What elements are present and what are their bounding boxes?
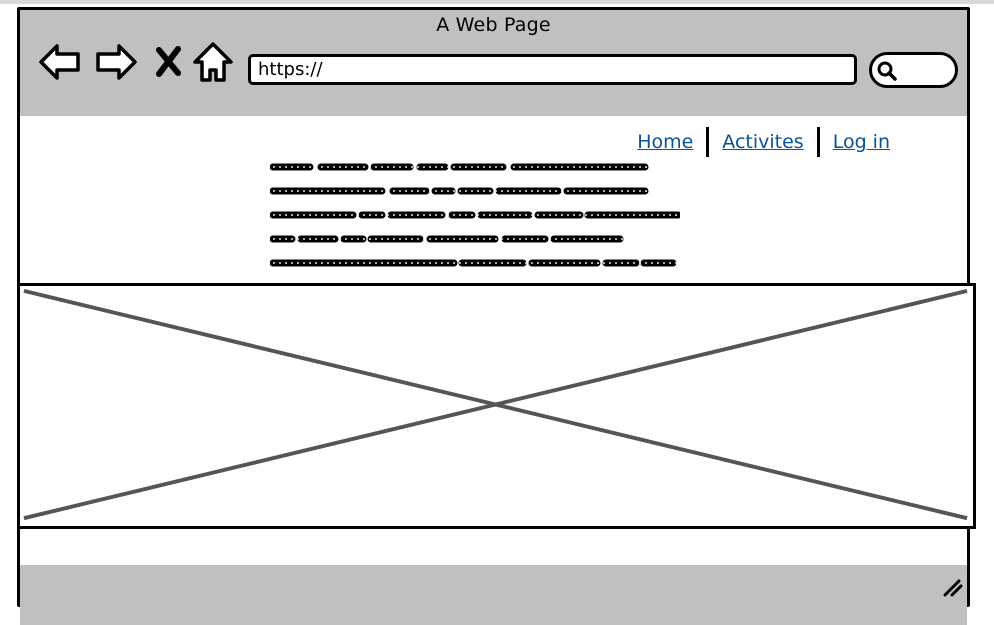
stop-button[interactable] [153, 40, 183, 84]
home-button[interactable] [190, 40, 236, 84]
image-placeholder [17, 283, 976, 529]
back-button[interactable] [37, 40, 83, 84]
footer-strip [20, 529, 967, 568]
home-icon [193, 42, 233, 82]
forward-arrow-icon [96, 44, 137, 80]
resize-grip-icon[interactable] [941, 575, 963, 597]
image-placeholder-cross [23, 288, 968, 521]
placeholder-text-block [270, 163, 680, 267]
status-bar [20, 565, 967, 625]
close-icon [156, 46, 181, 77]
search-icon [877, 61, 897, 81]
top-edge-line [0, 0, 994, 4]
browser-chrome: A Web Page https:// [20, 10, 967, 119]
page-header-section: Home Activites Log in [20, 116, 967, 286]
window-title: A Web Page [436, 14, 551, 36]
forward-button[interactable] [93, 40, 139, 84]
nav-link-home[interactable]: Home [624, 131, 706, 153]
search-field[interactable] [869, 52, 958, 88]
top-navigation: Home Activites Log in [624, 127, 903, 157]
browser-window: A Web Page https:// Home Activites Log i… [17, 7, 976, 625]
back-arrow-icon [39, 44, 80, 80]
nav-link-activites[interactable]: Activites [709, 131, 816, 153]
url-input[interactable]: https:// [248, 54, 857, 85]
nav-link-login[interactable]: Log in [820, 131, 903, 153]
